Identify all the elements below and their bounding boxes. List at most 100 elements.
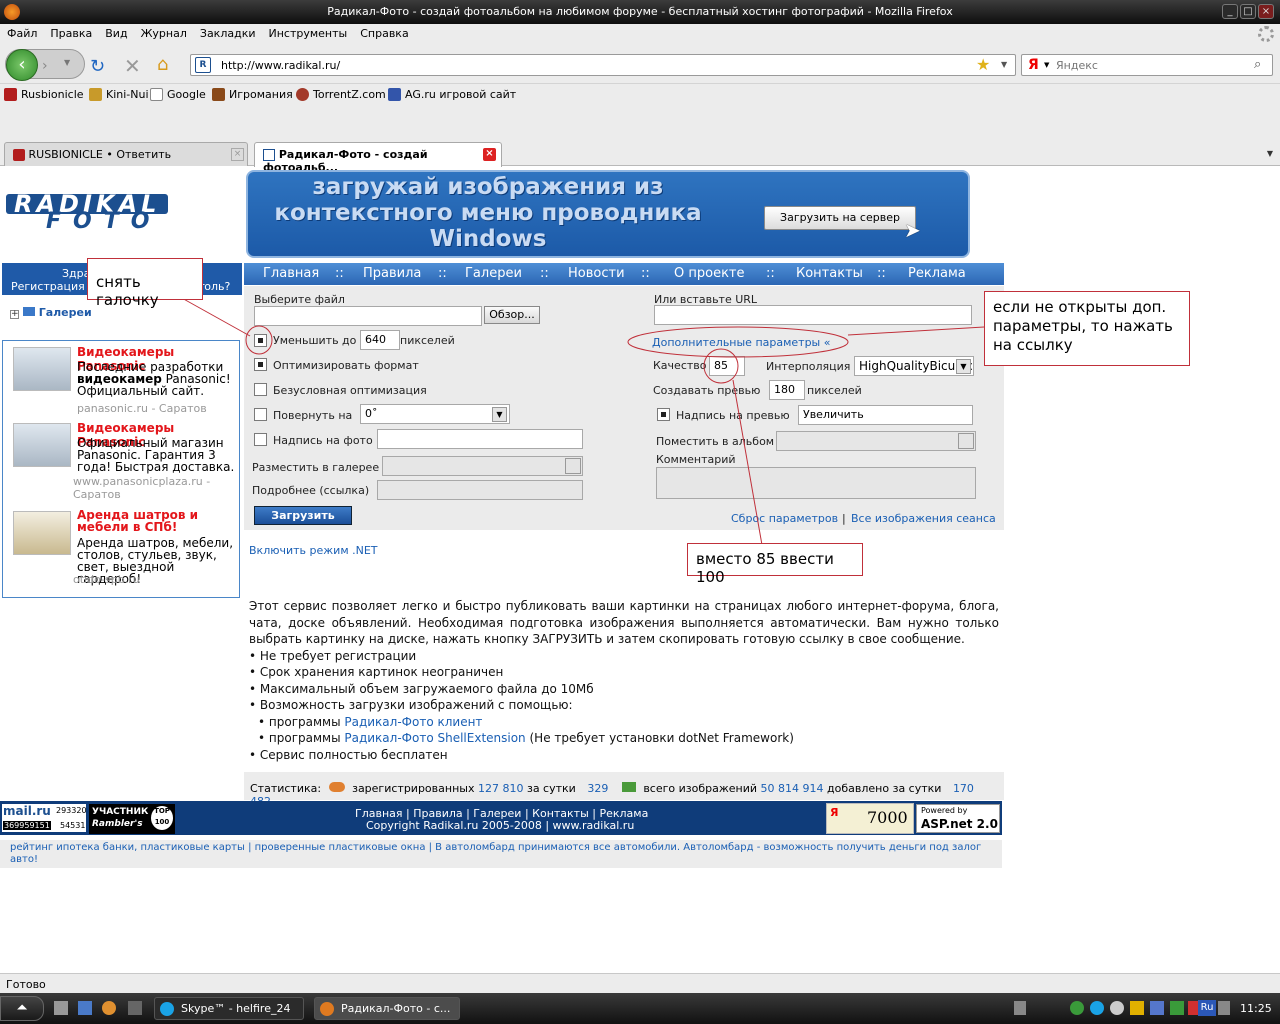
rotate-select[interactable]: 0˚ ▼ <box>360 404 510 424</box>
minimize-button[interactable]: _ <box>1222 4 1238 19</box>
tray-icon[interactable] <box>1090 1001 1104 1015</box>
menu-tools[interactable]: Инструменты <box>262 24 354 40</box>
menu-view[interactable]: Вид <box>98 24 133 40</box>
nav-contacts[interactable]: Контакты <box>796 266 863 281</box>
client-link[interactable]: Радикал-Фото клиент <box>344 715 482 729</box>
quality-input[interactable]: 85 <box>709 356 745 376</box>
image-url-input[interactable] <box>654 305 972 325</box>
history-dropdown-icon[interactable]: ▼ <box>64 58 70 67</box>
ad-item[interactable]: Аренда шатров и мебели в СПб! Аренда шат… <box>13 509 241 589</box>
chevron-down-icon[interactable] <box>565 458 581 474</box>
search-engine-icon[interactable]: Я <box>1028 57 1039 73</box>
caption-input[interactable] <box>377 429 583 449</box>
chevron-down-icon[interactable] <box>958 433 974 449</box>
ad-item[interactable]: Видеокамеры Panasonic Последние разработ… <box>13 345 241 415</box>
tray-icon[interactable] <box>1110 1001 1124 1015</box>
browse-button[interactable]: Обзор... <box>484 306 540 324</box>
nav-about[interactable]: О проекте <box>674 266 745 281</box>
caption-checkbox[interactable] <box>254 433 267 446</box>
nav-ads[interactable]: Реклама <box>908 266 966 281</box>
interpolation-select[interactable]: HighQualityBicubic ▼ <box>854 356 974 376</box>
reduce-checkbox[interactable] <box>254 334 267 347</box>
ad-title[interactable]: Аренда шатров и мебели в СПб! <box>77 509 241 533</box>
bookmark-ag-ru[interactable]: AG.ru игровой сайт <box>388 88 516 101</box>
net-mode-link[interactable]: Включить режим .NET <box>249 544 378 557</box>
bookmark-torrentz[interactable]: TorrentZ.com <box>296 88 386 101</box>
menu-file[interactable]: Файл <box>0 24 43 40</box>
nav-galleries[interactable]: Галереи <box>465 266 522 281</box>
preview-size-input[interactable]: 180 <box>769 380 805 400</box>
url-bar[interactable]: R http://www.radikal.ru/ ★ ▼ <box>190 54 1016 76</box>
tab-rusbionicle[interactable]: RUSBIONICLE • Ответить × <box>4 142 248 166</box>
password-link[interactable]: roль? <box>200 280 230 293</box>
rotate-checkbox[interactable] <box>254 408 267 421</box>
taskbar-item-firefox[interactable]: Радикал-Фото - с... <box>314 997 460 1020</box>
register-link[interactable]: Регистрация <box>11 280 85 293</box>
tray-icon[interactable] <box>1070 1001 1084 1015</box>
unconditional-checkbox[interactable] <box>254 383 267 396</box>
file-path-input[interactable] <box>254 306 482 326</box>
language-indicator[interactable]: Ru <box>1198 1000 1216 1016</box>
menu-edit[interactable]: Правка <box>43 24 98 40</box>
chevron-down-icon[interactable]: ▼ <box>492 407 507 422</box>
start-button[interactable]: ⏶ <box>0 996 44 1021</box>
extra-params-link[interactable]: Дополнительные параметры « <box>652 336 830 349</box>
galleries-tree-item[interactable]: + Галереи <box>10 306 92 319</box>
tab-radikal[interactable]: Радикал-Фото - создай фотоальб... × <box>254 142 502 174</box>
nav-news[interactable]: Новости <box>568 266 625 281</box>
menu-bookmarks[interactable]: Закладки <box>193 24 262 40</box>
url-dropdown-icon[interactable]: ▼ <box>1001 60 1007 69</box>
bookmark-igromania[interactable]: Игромания <box>212 88 293 101</box>
more-link-input[interactable] <box>377 480 583 500</box>
stop-icon[interactable]: ✕ <box>124 54 141 78</box>
expand-plus-icon[interactable]: + <box>10 310 19 319</box>
search-box[interactable]: Я ▼ ⌕ <box>1021 54 1273 76</box>
gallery-select[interactable] <box>382 456 583 476</box>
tab-close-icon[interactable]: × <box>231 148 244 161</box>
nav-home[interactable]: Главная <box>263 266 319 281</box>
all-session-images-link[interactable]: Все изображения сеанса <box>851 512 996 525</box>
quicklaunch-icon[interactable] <box>54 1001 68 1015</box>
menu-history[interactable]: Журнал <box>134 24 193 40</box>
mailru-counter[interactable]: mail.ru 293320 369959151 54531 <box>2 804 87 832</box>
tray-icon[interactable] <box>1130 1001 1144 1015</box>
shell-extension-link[interactable]: Радикал-Фото ShellExtension <box>344 731 525 745</box>
taskbar-item-skype[interactable]: Skype™ - helfire_24 <box>154 997 304 1020</box>
tray-icon[interactable] <box>1014 1001 1026 1015</box>
bookmark-star-icon[interactable]: ★ <box>976 55 990 74</box>
upload-submit-button[interactable]: Загрузить <box>254 506 352 525</box>
menu-help[interactable]: Справка <box>353 24 414 40</box>
bookmark-kini-nui[interactable]: Kini-Nui <box>89 88 149 101</box>
search-engine-dropdown-icon[interactable]: ▼ <box>1044 61 1049 69</box>
tab-close-icon[interactable]: × <box>483 148 496 161</box>
album-select[interactable] <box>776 431 976 451</box>
optimize-format-checkbox[interactable] <box>254 358 267 371</box>
maximize-button[interactable]: □ <box>1240 4 1256 19</box>
ad-item[interactable]: Видеокамеры Panasonic Официальный магази… <box>13 421 241 501</box>
quicklaunch-icon[interactable] <box>102 1001 116 1015</box>
nav-rules[interactable]: Правила <box>363 266 421 281</box>
tab-list-dropdown-icon[interactable]: ▼ <box>1262 144 1278 166</box>
bookmark-rusbionicle[interactable]: Rusbionicle <box>4 88 84 101</box>
chevron-down-icon[interactable]: ▼ <box>956 359 971 374</box>
yandex-counter[interactable]: Я 7000 <box>826 803 914 834</box>
close-button[interactable]: × <box>1258 4 1274 19</box>
back-icon[interactable]: ‹ <box>6 49 38 81</box>
search-magnifier-icon[interactable]: ⌕ <box>1254 57 1261 72</box>
preview-caption-input[interactable]: Увеличить <box>798 405 973 425</box>
search-input[interactable] <box>1056 57 1246 73</box>
site-logo[interactable]: RADIKAL FOTO <box>6 192 242 233</box>
bookmark-google[interactable]: Google <box>150 88 206 101</box>
home-icon[interactable]: ⌂ <box>157 54 168 75</box>
quicklaunch-icon[interactable] <box>78 1001 92 1015</box>
upload-to-server-button[interactable]: Загрузить на сервер <box>764 206 916 230</box>
tray-icon[interactable] <box>1170 1001 1184 1015</box>
partner-links[interactable]: рейтинг ипотека банки, пластиковые карты… <box>0 840 1002 868</box>
comment-textarea[interactable] <box>656 467 976 499</box>
promo-banner[interactable]: загружай изображения из контекстного мен… <box>246 170 970 258</box>
reload-icon[interactable]: ↻ <box>90 56 105 77</box>
rambler-top100-counter[interactable]: УЧАСТНИК Rambler's TOP 100 <box>89 804 175 834</box>
tray-icon[interactable] <box>1218 1001 1230 1015</box>
reset-params-link[interactable]: Сброс параметров <box>731 512 838 525</box>
quicklaunch-icon[interactable] <box>128 1001 142 1015</box>
